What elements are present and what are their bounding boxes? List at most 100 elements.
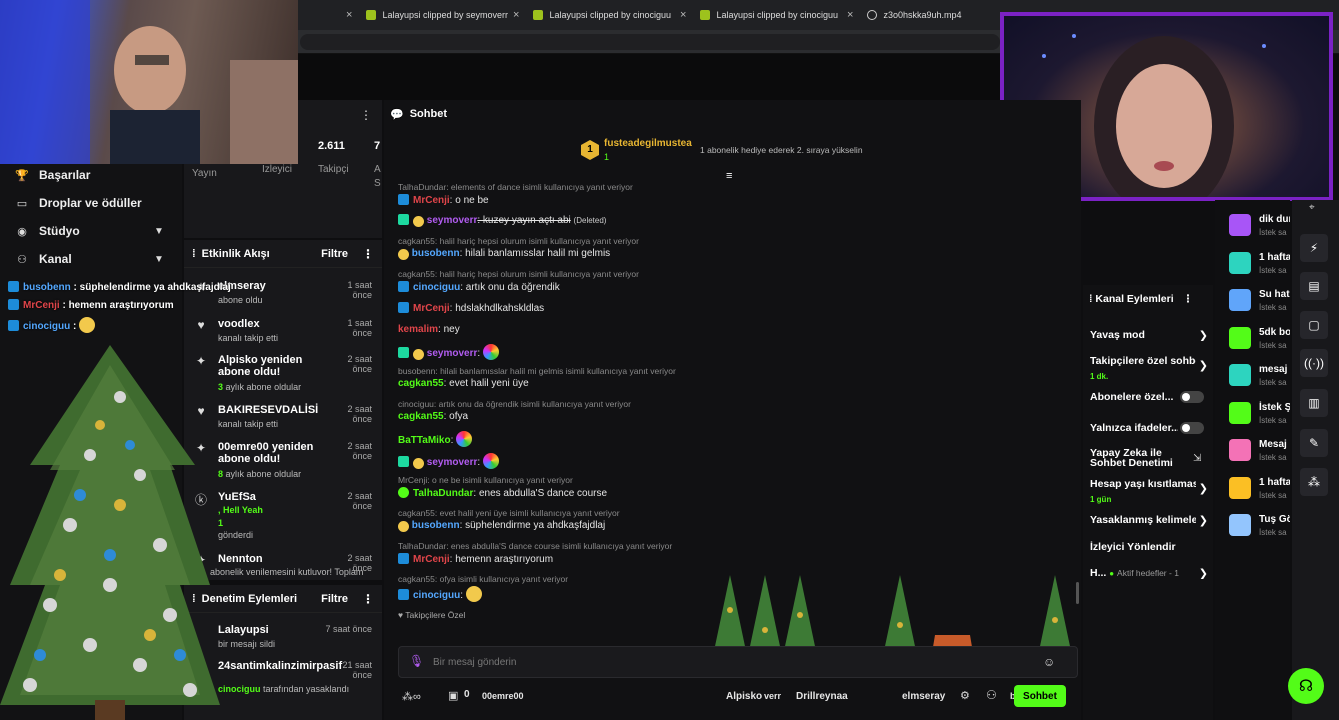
reward-icon — [1229, 402, 1251, 424]
close-icon[interactable]: × — [847, 9, 853, 21]
broadcast-icon[interactable]: ((·)) — [1300, 349, 1328, 377]
grip-icon[interactable]: ⁞ — [192, 248, 196, 260]
target-icon[interactable]: ⌖ — [1309, 202, 1315, 213]
gifter-name[interactable]: fusteadegilmustea — [604, 138, 692, 149]
nav-item-studio[interactable]: ◉ Stüdyo ▼ — [14, 224, 164, 238]
gift-count: 1 — [604, 152, 610, 162]
filter-lines-icon[interactable]: ≡ — [726, 170, 732, 182]
send-chat-button[interactable]: Sohbet — [1014, 685, 1066, 707]
overlay-chat-line: MrCenji : hemenn araştırıyorum — [8, 299, 174, 311]
close-icon[interactable]: × — [513, 9, 519, 21]
nav-item-channel[interactable]: ⚇ Kanal ▼ — [14, 252, 164, 266]
badge-icon — [8, 281, 19, 292]
close-icon[interactable]: × — [680, 9, 686, 21]
layout-icon[interactable]: ▥ — [1300, 389, 1328, 417]
gift-prompt: 1 abonelik hediye ederek 2. sıraya yükse… — [700, 145, 863, 155]
shapes-icon[interactable]: ⁂ — [1300, 468, 1328, 496]
banned-words-row[interactable]: Yasaklanmış kelimeler ❯ — [1090, 514, 1208, 529]
subscribers-only-toggle[interactable] — [1180, 391, 1204, 403]
chat-scrollbar[interactable] — [1076, 582, 1079, 604]
more-options-icon[interactable]: ⋮ — [362, 247, 374, 261]
infinity-points-icon[interactable]: ⁂∞ — [402, 690, 421, 703]
rainbow-emote-icon — [482, 453, 499, 469]
reply-context: cagkan55: halil hariç hepsi olurum isiml… — [398, 269, 639, 279]
chevron-right-icon: ❯ — [1198, 330, 1208, 341]
chat-bubble-icon: 💬 — [390, 108, 404, 121]
activity-feed-header: ⁞ Etkinlik Akışı Filtre ⋮ — [184, 240, 382, 268]
channel-actions-header: ⁞ Kanal Eylemleri ⋮ — [1089, 293, 1194, 305]
chat-icon[interactable]: ▢ — [1300, 311, 1328, 339]
emote-icon — [413, 349, 424, 360]
stat-label: İzleyici — [262, 164, 293, 175]
chat-message: seymoverr: — [398, 453, 499, 469]
reply-context: TalhaDundar: enes abdulla'S dance course… — [398, 541, 673, 551]
chat-message: cinociguu: — [398, 586, 482, 602]
chat-message-input[interactable]: 🎙 Bir mesaj gönderin ☺ — [398, 646, 1078, 678]
followers-only-row[interactable]: Takipçilere özel sohbet 1 dk. ❯ — [1090, 355, 1208, 381]
settings-gear-icon[interactable]: ⚙ — [960, 689, 970, 702]
browser-tab[interactable]: × z3o0hskka9uh.mp4 — [847, 6, 962, 24]
chat-message: cagkan55: ofya — [398, 411, 469, 422]
support-headset-icon[interactable]: ☊ — [1288, 668, 1324, 704]
reply-context: cinociguu: artık onu da öğrendik isimli … — [398, 399, 631, 409]
kick-favicon-icon — [366, 10, 377, 20]
heart-icon: ♥ — [197, 318, 205, 332]
emote-icon — [413, 458, 424, 469]
moderator-badge-icon — [398, 347, 409, 358]
reward-icon — [1229, 289, 1251, 311]
raid-row[interactable]: İzleyici Yönlendir — [1090, 541, 1208, 553]
emote-icon — [465, 586, 482, 602]
document-icon[interactable]: ▤ — [1300, 272, 1328, 300]
more-options-icon[interactable]: ⋮ — [1183, 293, 1194, 305]
nav-item-drops[interactable]: ▭ Droplar ve ödüller — [14, 196, 142, 210]
ai-moderation-row[interactable]: Yapay Zeka ile Sohbet Denetimi — [1090, 448, 1180, 468]
reward-icon — [1229, 364, 1251, 386]
address-bar[interactable] — [300, 34, 1000, 50]
filter-button[interactable]: Filtre — [321, 248, 348, 260]
chat-message: busobenn: süphelendirme ya ahdkaşfajdlaj — [398, 520, 605, 532]
trophy-icon: 🏆 — [15, 169, 29, 182]
close-icon[interactable]: × — [346, 9, 352, 21]
browser-tab[interactable]: × Lalayupsi clipped by seymoverr — [346, 6, 508, 24]
reply-context: busobenn: hilali banlamısslar halil mi g… — [398, 366, 676, 376]
chat-message: seymoverr: — [398, 344, 499, 360]
webcam-person-silhouette — [0, 0, 298, 164]
browser-tab[interactable]: × Lalayupsi clipped by cinociguu — [680, 6, 838, 24]
stat-label: S — [374, 178, 381, 189]
account-age-row[interactable]: Hesap yaşı kısıtlaması 1 gün ❯ — [1090, 478, 1208, 504]
nav-item-achievements[interactable]: 🏆 Başarılar — [14, 168, 90, 182]
slow-mode-row[interactable]: Yavaş mod ❯ — [1090, 329, 1208, 341]
subscribers-only-row: Abonelere özel... — [1090, 391, 1174, 403]
emotes-only-toggle[interactable] — [1180, 422, 1204, 434]
gift-icon[interactable]: ▣ — [448, 689, 458, 702]
followers-only-notice: ♥ Takipçilere Özel — [398, 610, 466, 620]
chevron-right-icon: ❯ — [1198, 515, 1208, 527]
subscriber-badge-icon — [398, 487, 409, 498]
more-options-icon[interactable]: ⋮ — [362, 592, 374, 606]
chevron-right-icon: ❯ — [1198, 568, 1208, 579]
streamer-webcam-left — [0, 0, 298, 164]
grip-icon[interactable]: ⁞ — [1089, 293, 1093, 305]
chat-message: BaTTaMiko: — [398, 431, 473, 447]
more-options-icon[interactable]: ⋮ — [360, 108, 372, 122]
chat-message: kemalim: ney — [398, 324, 460, 335]
microphone-icon[interactable]: 🎙 — [409, 654, 424, 668]
reply-context: TalhaDundar: elements of dance isimli ku… — [398, 182, 633, 192]
users-icon[interactable]: ⚇ — [986, 688, 997, 702]
goals-row[interactable]: H... ● Aktif hedefler - 1 ❯ — [1090, 567, 1208, 579]
chat-message: cagkan55: evet halil yeni üye — [398, 378, 529, 389]
emote-icon — [413, 216, 424, 227]
wrench-icon[interactable]: ✎ — [1300, 429, 1328, 457]
browser-tab[interactable]: × Lalayupsi clipped by cinociguu — [513, 6, 671, 24]
emote-icon — [398, 249, 409, 260]
lightning-icon[interactable]: ⚡ — [1300, 234, 1328, 262]
channel-icon: ⚇ — [17, 253, 27, 266]
emoji-icon[interactable]: ☺ — [1043, 655, 1055, 669]
globe-icon — [867, 10, 878, 20]
ticker-name: Alpisko — [726, 691, 763, 702]
filter-button[interactable]: Filtre — [321, 593, 348, 605]
ticker-name: verr — [764, 691, 782, 701]
external-link-icon[interactable]: ⇲ — [1193, 453, 1201, 464]
stat-label: Takipçi — [318, 164, 349, 175]
emote-icon — [79, 317, 96, 333]
